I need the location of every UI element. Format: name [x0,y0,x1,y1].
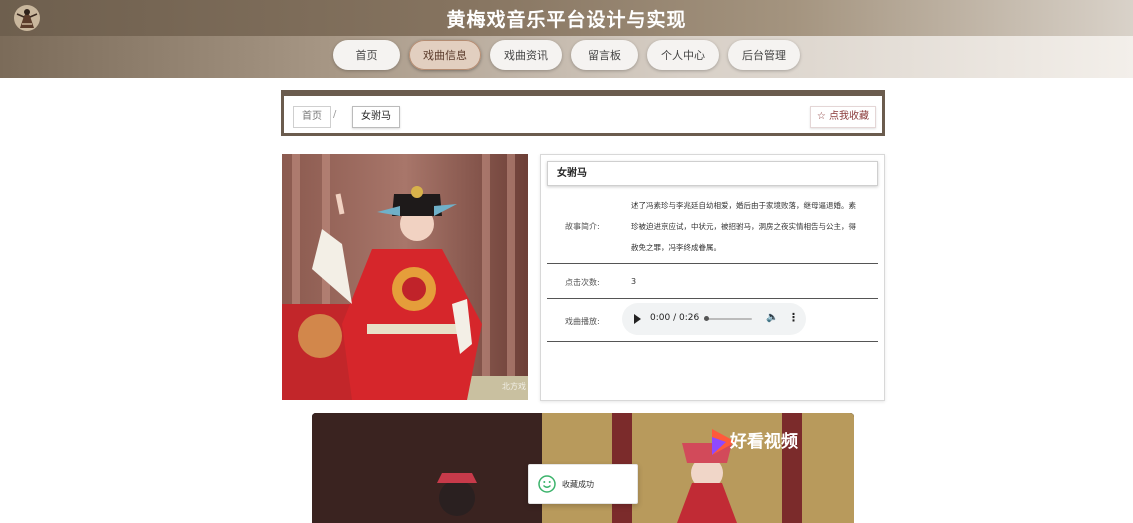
clicks-label: 点击次数: [565,278,600,287]
play-label: 戏曲播放: [565,317,600,326]
audio-player: 0:00 / 0:26 🔈 ⋮ [622,303,806,335]
smile-icon [538,475,556,493]
nav-item-home[interactable]: 首页 [333,40,400,70]
nav-item-admin[interactable]: 后台管理 [728,40,800,70]
breadcrumb: 首页 / 女驸马 ☆ 点我收藏 [281,90,885,136]
site-title: 黄梅戏音乐平台设计与实现 [446,9,687,31]
opera-performer-illustration [282,154,528,400]
nav-item-opera-info[interactable]: 戏曲信息 [409,40,481,70]
summary-text: 述了冯素珍与李兆廷自幼相爱，婚后由于家境败落，继母逼退婚。素珍被迫进京应试，中状… [631,201,856,252]
audio-progress-bar[interactable] [704,318,752,320]
audio-progress-handle[interactable] [704,316,709,321]
opera-info-card: 女驸马 故事简介: 述了冯素珍与李兆廷自幼相爱，婚后由于家境败落，继母逼退婚。素… [540,154,885,401]
more-options-icon[interactable]: ⋮ [788,311,799,324]
play-icon[interactable] [634,314,641,324]
divider [547,263,878,264]
main-nav: 首页 戏曲信息 戏曲资讯 留言板 个人中心 后台管理 [0,40,1133,74]
nav-item-personal-center[interactable]: 个人中心 [647,40,719,70]
toast-notification: 收藏成功 [528,464,638,504]
breadcrumb-separator: / [333,109,337,120]
opera-cover-image: 北方戏 [282,154,528,400]
nav-item-message-board[interactable]: 留言板 [571,40,638,70]
divider [547,298,878,299]
site-header: 黄梅戏音乐平台设计与实现 首页 戏曲信息 戏曲资讯 留言板 个人中心 后台管理 [0,0,1133,78]
image-watermark: 北方戏 [502,382,526,391]
audio-time: 0:00 / 0:26 [650,313,700,323]
breadcrumb-current: 女驸马 [352,106,400,128]
video-brand-label: 好看视频 [730,432,798,452]
breadcrumb-home-link[interactable]: 首页 [293,106,331,128]
divider [547,341,878,342]
clicks-value: 3 [631,277,637,286]
favorite-button[interactable]: ☆ 点我收藏 [809,106,876,128]
toast-text: 收藏成功 [562,480,594,489]
nav-item-opera-news[interactable]: 戏曲资讯 [490,40,562,70]
volume-icon[interactable]: 🔈 [766,312,778,323]
summary-label: 故事简介: [565,222,600,231]
opera-title: 女驸马 [547,161,878,186]
